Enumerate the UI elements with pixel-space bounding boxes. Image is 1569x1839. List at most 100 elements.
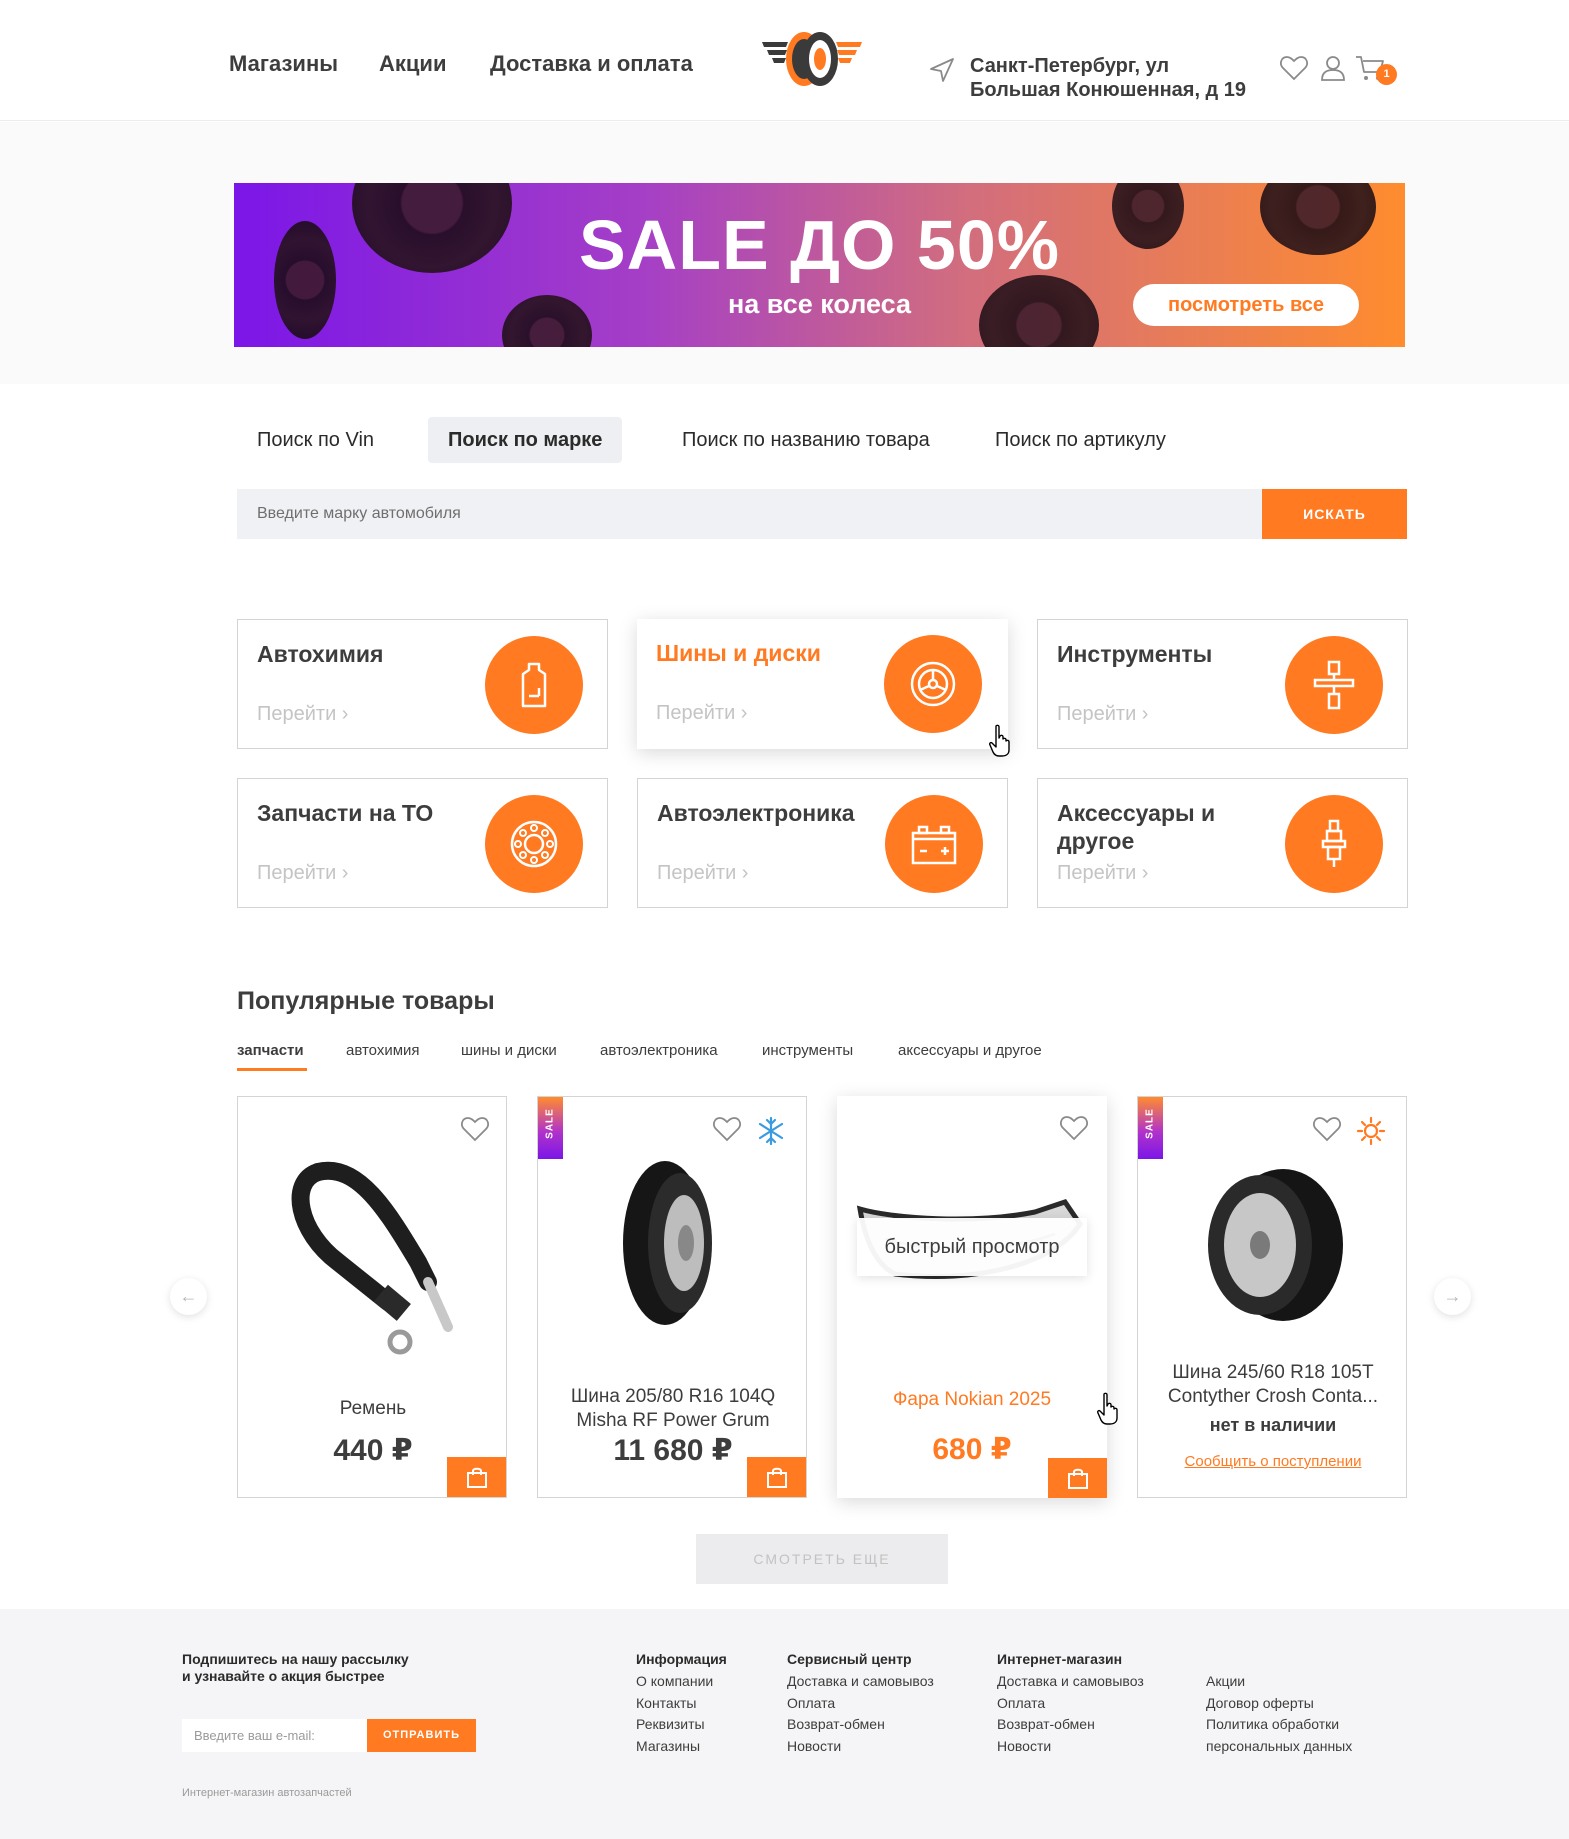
email-input[interactable] <box>182 1719 367 1752</box>
tab-search-brand[interactable]: Поиск по марке <box>428 417 623 463</box>
cart-count-badge: 1 <box>1376 64 1397 85</box>
add-to-cart-button[interactable] <box>1048 1458 1107 1498</box>
summer-tire-image <box>1208 1169 1343 1321</box>
sale-badge: SALE <box>1138 1097 1163 1159</box>
category-icon-circle <box>885 795 983 893</box>
category-icon-circle <box>1285 636 1383 734</box>
tab-tools[interactable]: инструменты <box>762 1042 853 1059</box>
product-card[interactable]: SALE Шина 245/60 R18 105T Contyther Cros… <box>1137 1096 1407 1498</box>
search-input[interactable] <box>237 489 1262 539</box>
tab-parts[interactable]: запчасти <box>237 1042 304 1059</box>
footer-column-info: Информация О компании Контакты Реквизиты… <box>636 1651 727 1759</box>
category-card-maintenance-parts[interactable]: Запчасти на ТО Перейти › <box>237 778 608 908</box>
subscribe-send-button[interactable]: ОТПРАВИТЬ <box>367 1719 476 1752</box>
category-title: Шины и диски <box>656 640 821 666</box>
product-name[interactable]: Шина 205/80 R16 104Q Misha RF Power Grum <box>548 1385 798 1433</box>
footer-link-news[interactable]: Новости <box>787 1738 934 1760</box>
hand-cursor-icon <box>1097 1392 1118 1425</box>
address-line-1: Санкт-Петербург, ул <box>970 55 1170 77</box>
category-link[interactable]: Перейти › <box>657 862 748 885</box>
product-name[interactable]: Фара Nokian 2025 <box>847 1388 1097 1412</box>
shopping-bag-icon <box>767 1467 787 1488</box>
footer-link-offer-contract[interactable]: Договор оферты <box>1206 1695 1352 1717</box>
nav-delivery-payment[interactable]: Доставка и оплата <box>490 51 693 77</box>
footer-link-requisites[interactable]: Реквизиты <box>636 1716 727 1738</box>
favorite-heart-icon[interactable] <box>460 1115 490 1143</box>
wheel-icon <box>910 661 956 707</box>
favorite-heart-icon[interactable] <box>1312 1115 1342 1143</box>
logo[interactable] <box>760 30 864 88</box>
oil-canister-icon <box>521 662 547 708</box>
quick-view-button[interactable]: быстрый просмотр <box>857 1218 1087 1276</box>
heart-icon[interactable] <box>1279 53 1309 83</box>
category-title: Автохимия <box>257 641 384 667</box>
add-to-cart-button[interactable] <box>447 1457 506 1497</box>
category-card-auto-electronics[interactable]: Автоэлектроника Перейти › <box>637 778 1008 908</box>
add-to-cart-button[interactable] <box>747 1457 806 1497</box>
sale-badge: SALE <box>538 1097 563 1159</box>
tab-search-article[interactable]: Поиск по артикулу <box>995 417 1166 463</box>
category-link[interactable]: Перейти › <box>257 703 348 726</box>
footer-link-stores[interactable]: Магазины <box>636 1738 727 1760</box>
category-link[interactable]: Перейти › <box>1057 703 1148 726</box>
favorite-heart-icon[interactable] <box>1059 1114 1089 1142</box>
category-card-tools[interactable]: Инструменты Перейти › <box>1037 619 1408 749</box>
nav-stores[interactable]: Магазины <box>229 51 338 77</box>
footer-heading: Сервисный центр <box>787 1651 912 1667</box>
category-title: Автоэлектроника <box>657 800 855 826</box>
footer-heading: Интернет-магазин <box>997 1651 1123 1667</box>
footer-link-payment[interactable]: Оплата <box>787 1695 934 1717</box>
footer-link-contacts[interactable]: Контакты <box>636 1695 727 1717</box>
bearing-icon <box>510 820 558 868</box>
footer-link-personal-data[interactable]: персональных данных <box>1206 1738 1352 1760</box>
summer-sun-icon <box>1356 1116 1386 1146</box>
user-icon[interactable] <box>1318 53 1348 83</box>
sale-banner[interactable]: SALE ДО 50% на все колеса посмотреть все <box>234 183 1405 347</box>
footer-link-delivery[interactable]: Доставка и самовывоз <box>787 1673 934 1695</box>
footer-link-promotions[interactable]: Акции <box>1206 1673 1352 1695</box>
view-all-button[interactable]: посмотреть все <box>1133 284 1359 326</box>
tab-accessories[interactable]: аксессуары и другое <box>898 1042 1042 1059</box>
category-card-accessories[interactable]: Аксессуары и другое Перейти › <box>1037 778 1408 908</box>
footer-link-returns[interactable]: Возврат-обмен <box>997 1716 1144 1738</box>
shopping-bag-icon <box>1068 1468 1088 1489</box>
product-card[interactable]: Ремень 440 ₽ <box>237 1096 507 1498</box>
category-link[interactable]: Перейти › <box>656 702 747 725</box>
hand-cursor-icon <box>989 724 1010 757</box>
tab-tires-wheels[interactable]: шины и диски <box>461 1042 557 1059</box>
spark-plug-icon <box>1321 819 1347 867</box>
carousel-next-button[interactable]: → <box>1434 1278 1471 1315</box>
category-card-auto-chemistry[interactable]: Автохимия Перейти › <box>237 619 608 749</box>
store-address: Санкт-Петербург, ул Большая Конюшенная, … <box>970 54 1270 102</box>
category-link[interactable]: Перейти › <box>257 862 348 885</box>
footer-link-delivery[interactable]: Доставка и самовывоз <box>997 1673 1144 1695</box>
tab-auto-chemistry[interactable]: автохимия <box>346 1042 420 1059</box>
battery-icon <box>911 825 957 865</box>
footer-link-about[interactable]: О компании <box>636 1673 727 1695</box>
tab-search-vin[interactable]: Поиск по Vin <box>257 417 374 463</box>
nav-promotions[interactable]: Акции <box>379 51 446 77</box>
product-card[interactable]: SALE Шина 205/80 R16 104Q Misha RF Power… <box>537 1096 807 1498</box>
product-name[interactable]: Ремень <box>248 1397 498 1421</box>
show-more-button[interactable]: СМОТРЕТЬ ЕЩЕ <box>696 1534 948 1584</box>
favorite-heart-icon[interactable] <box>712 1115 742 1143</box>
tab-auto-electronics[interactable]: автоэлектроника <box>600 1042 718 1059</box>
footer-link-payment[interactable]: Оплата <box>997 1695 1144 1717</box>
notify-when-available-link[interactable]: Сообщить о поступлении <box>1138 1453 1406 1470</box>
subscribe-text: Подпишитесь на нашу рассылку и узнавайте… <box>182 1651 409 1684</box>
footer-link-returns[interactable]: Возврат-обмен <box>787 1716 934 1738</box>
footer-link-news[interactable]: Новости <box>997 1738 1144 1760</box>
carousel-prev-button[interactable]: ← <box>170 1278 207 1315</box>
search-button[interactable]: ИСКАТЬ <box>1262 489 1407 539</box>
product-name[interactable]: Шина 245/60 R18 105T Contyther Crosh Con… <box>1148 1361 1398 1409</box>
product-card[interactable]: быстрый просмотр Фара Nokian 2025 680 ₽ <box>837 1096 1107 1498</box>
category-card-tires-wheels[interactable]: Шины и диски Перейти › <box>637 619 1008 749</box>
category-link[interactable]: Перейти › <box>1057 862 1148 885</box>
tab-search-product-name[interactable]: Поиск по названию товара <box>682 417 930 463</box>
category-icon-circle <box>485 636 583 734</box>
site-header: Магазины Акции Доставка и оплата Санкт-П… <box>0 0 1569 121</box>
category-title: Инструменты <box>1057 641 1213 667</box>
footer-column-shop: Интернет-магазин Доставка и самовывоз Оп… <box>997 1651 1144 1759</box>
shopping-bag-icon <box>467 1467 487 1488</box>
footer-link-privacy-policy[interactable]: Политика обработки <box>1206 1716 1352 1738</box>
